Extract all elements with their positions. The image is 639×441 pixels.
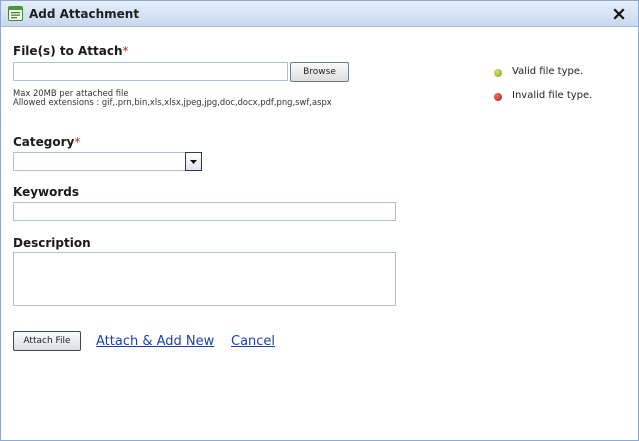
chevron-down-icon[interactable]: [185, 152, 202, 171]
file-path-input[interactable]: [13, 62, 288, 81]
dialog-title: Add Attachment: [29, 7, 140, 21]
description-textarea[interactable]: [13, 252, 396, 306]
category-label-text: Category: [13, 135, 75, 149]
attach-add-new-link[interactable]: Attach & Add New: [96, 334, 214, 349]
files-label: File(s) to Attach*: [13, 44, 129, 58]
description-label: Description: [13, 236, 91, 250]
green-dot-icon: [494, 69, 502, 77]
close-icon[interactable]: [612, 6, 626, 20]
legend-valid-text: Valid file type.: [512, 66, 584, 77]
files-required-mark: *: [122, 44, 129, 58]
cancel-link[interactable]: Cancel: [231, 334, 275, 349]
legend-invalid-text: Invalid file type.: [512, 90, 593, 101]
category-label: Category*: [13, 135, 80, 149]
keywords-label: Keywords: [13, 185, 80, 199]
dialog-titlebar[interactable]: Add Attachment: [1, 1, 638, 27]
browse-button[interactable]: Browse: [290, 62, 349, 82]
files-label-text: File(s) to Attach: [13, 44, 123, 58]
attach-file-button[interactable]: Attach File: [13, 331, 81, 351]
category-select[interactable]: [13, 152, 202, 171]
add-attachment-dialog: Add Attachment File(s) to Attach* Browse…: [0, 0, 639, 441]
file-extensions-hint: Allowed extensions : gif,.prn,bin,xls,xl…: [13, 97, 332, 107]
category-required-mark: *: [74, 135, 81, 149]
red-dot-icon: [494, 93, 502, 101]
keywords-input[interactable]: [13, 202, 396, 221]
form-window-icon: [8, 6, 23, 21]
